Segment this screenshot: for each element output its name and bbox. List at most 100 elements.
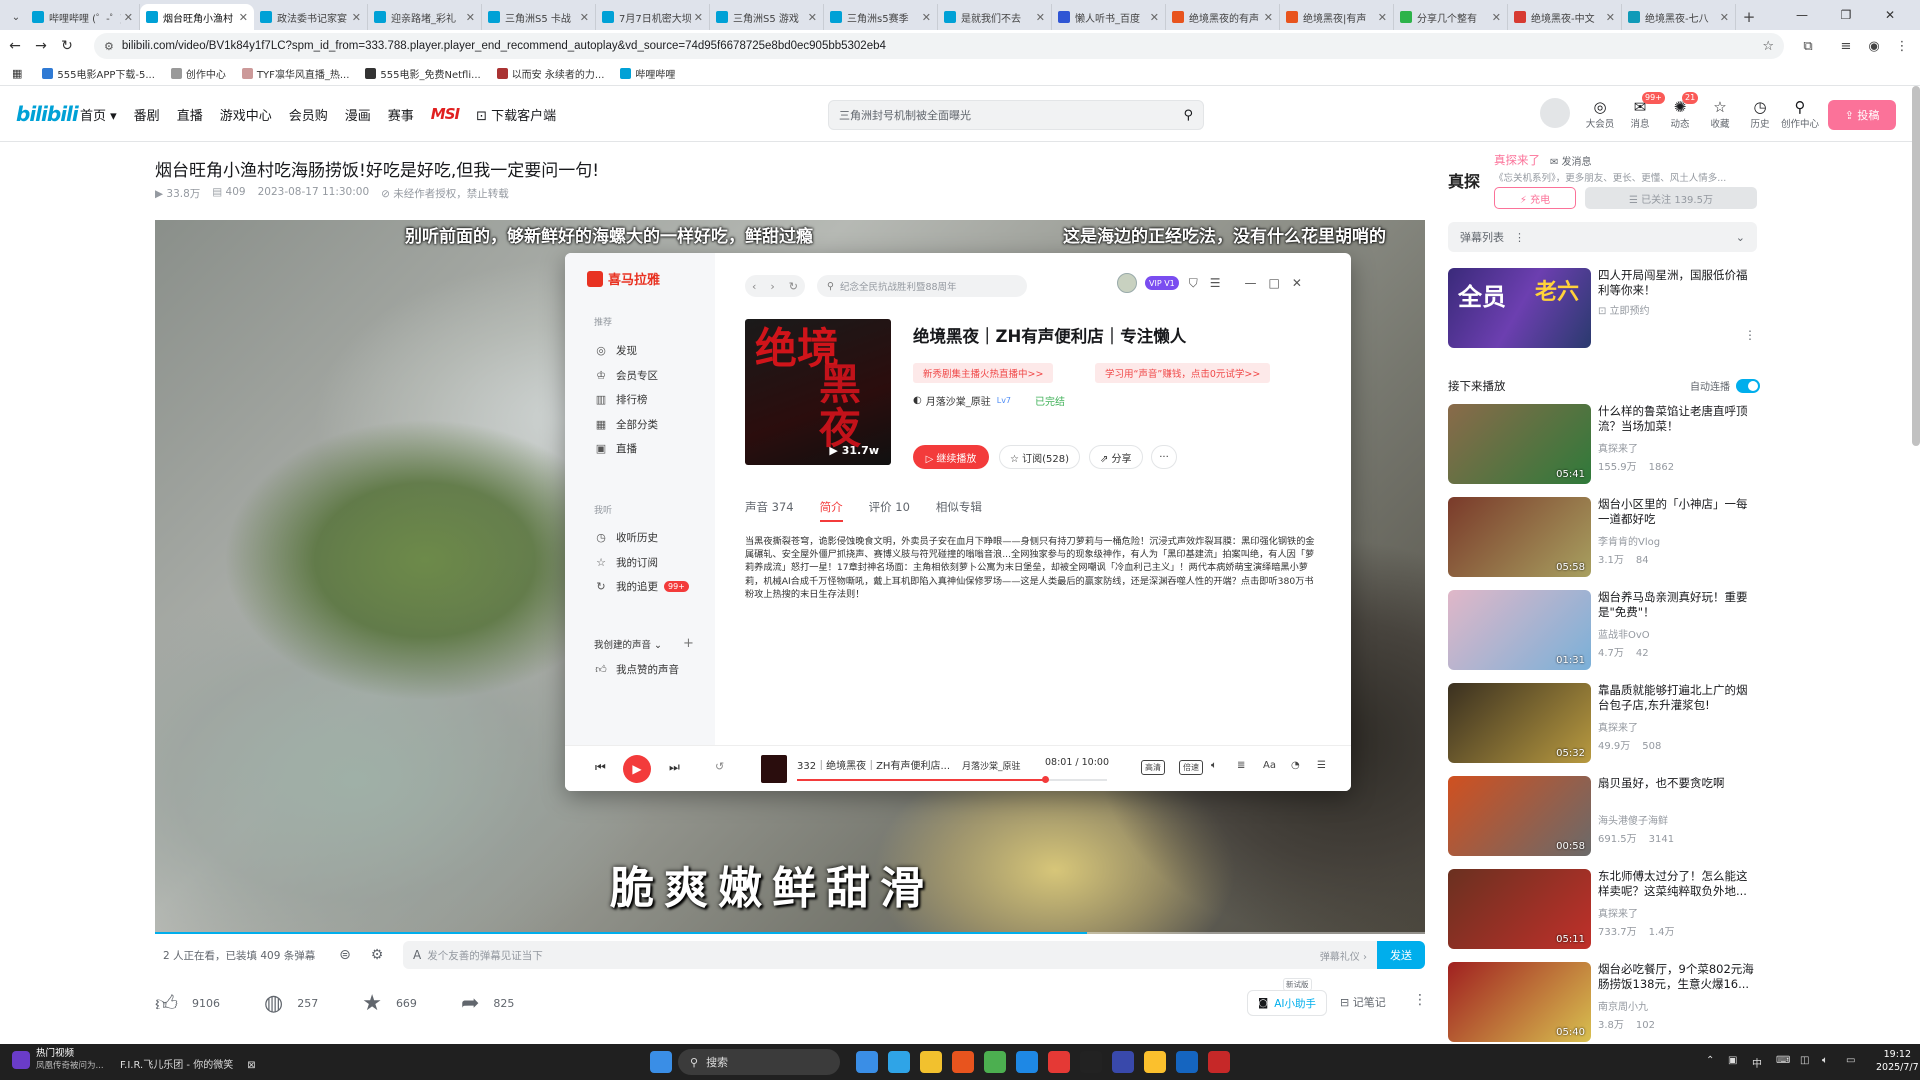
recommendation-title[interactable]: 靠晶质就能够打遍北上广的烟台包子店,东升灌浆包! xyxy=(1598,683,1758,713)
follow-button[interactable]: ☰ 已关注 139.5万 xyxy=(1585,187,1757,209)
site-search-input[interactable]: 三角洲封号机制被全面曝光 ⚲ xyxy=(828,100,1204,130)
news-widget[interactable]: 热门视频 凤凰传奇被问为... xyxy=(12,1048,104,1072)
taskbar-app-icon[interactable] xyxy=(1208,1051,1230,1073)
recommendation-thumbnail[interactable]: 01:31 xyxy=(1448,590,1591,670)
tab-close-icon[interactable]: ✕ xyxy=(1492,11,1501,24)
browser-tab[interactable]: 哔哩哔哩 (゜-゜)つロ✕ xyxy=(26,4,140,30)
browser-tab[interactable]: 7月7日机密大坝 ✕ xyxy=(596,4,710,30)
browser-menu-icon[interactable]: ⋮ xyxy=(1890,33,1914,59)
kebab-icon[interactable]: ⋮ xyxy=(1514,231,1525,244)
promo-pill-learn[interactable]: 学习用“声音”赚钱，点击0元试学>> xyxy=(1095,363,1271,383)
autoplay-switch[interactable] xyxy=(1736,378,1760,393)
tab-close-icon[interactable]: ✕ xyxy=(239,11,248,24)
nav-item[interactable]: 漫画 xyxy=(345,105,371,124)
site-info-icon[interactable]: ⚙ xyxy=(104,40,114,53)
taskbar-app-icon[interactable] xyxy=(856,1051,878,1073)
nav-item[interactable]: MSI xyxy=(431,105,460,123)
sleep-timer-icon[interactable]: ◔ xyxy=(1291,760,1300,771)
section-created[interactable]: 我创建的声音 ⌄ xyxy=(594,637,662,651)
recommendation-author[interactable]: 南京周小九 xyxy=(1598,998,1648,1013)
album-tab[interactable]: 评价 10 xyxy=(869,499,910,522)
recommendation-card[interactable]: 05:40 烟台必吃餐厅，9个菜802元海肠捞饭138元，生意火爆16... 南京周… xyxy=(1448,962,1757,1044)
author-name[interactable]: 月落沙棠_原驻 xyxy=(926,393,991,408)
volume-icon[interactable]: 🔈︎ xyxy=(1211,760,1217,771)
taskbar-app-icon[interactable] xyxy=(984,1051,1006,1073)
taskbar-app-icon[interactable] xyxy=(952,1051,974,1073)
tab-close-icon[interactable]: ✕ xyxy=(922,11,931,24)
refresh-icon[interactable]: ↻ xyxy=(789,280,798,293)
recommendation-card[interactable]: 05:58 烟台小区里的「小神店」一每一道都好吃 李肯肯的Vlog 3.1万 84 xyxy=(1448,497,1757,579)
nav-item[interactable]: 会员购 xyxy=(289,105,328,124)
menu-item[interactable]: ▣ 直播 xyxy=(594,441,637,456)
menu-item[interactable]: ◎ 发现 xyxy=(594,343,637,358)
taskbar-search[interactable]: ⚲ 搜索 xyxy=(678,1049,840,1075)
recommendation-card[interactable]: 01:31 烟台养马岛亲测真好玩！重要是"免费"！ 蓝战非OvO 4.7万 42 xyxy=(1448,590,1757,672)
recommendation-thumbnail[interactable]: 05:32 xyxy=(1448,683,1591,763)
profile-icon[interactable]: ◉ xyxy=(1862,33,1886,59)
close-window-button[interactable]: ✕ xyxy=(1868,0,1912,30)
recommendation-title[interactable]: 烟台小区里的「小神店」一每一道都好吃 xyxy=(1598,497,1758,527)
ad-more-icon[interactable]: ⋮ xyxy=(1744,328,1756,342)
tab-close-icon[interactable]: ✕ xyxy=(808,11,817,24)
browser-tab[interactable]: 三角洲S5 卡战 ✕ xyxy=(482,4,596,30)
address-bar[interactable]: ⚙ bilibili.com/video/BV1k84y1f7LC?spm_id… xyxy=(94,33,1784,59)
recommendation-title[interactable]: 烟台养马岛亲测真好玩！重要是"免费"！ xyxy=(1598,590,1758,620)
continue-play-button[interactable]: ▷ 继续播放 xyxy=(913,445,989,469)
now-playing-thumb[interactable] xyxy=(761,755,787,783)
x-minimize-icon[interactable]: — xyxy=(1245,276,1257,290)
favorite-button[interactable]: ★ 669 xyxy=(362,991,417,1016)
album-tab[interactable]: 相似专辑 xyxy=(936,499,982,522)
tab-close-icon[interactable]: ✕ xyxy=(1378,11,1387,24)
bookmark-item[interactable]: 创作中心 xyxy=(170,66,226,81)
taskbar-app-icon[interactable] xyxy=(1080,1051,1102,1073)
share-button[interactable]: ⇗ 分享 xyxy=(1089,445,1143,469)
browser-tab[interactable]: 烟台旺角小渔村 ✕ xyxy=(140,4,254,30)
playlist-icon[interactable]: ☰ xyxy=(1317,760,1326,771)
timer-icon[interactable]: ↺ xyxy=(715,760,724,773)
ad-reserve-link[interactable]: ⊡ 立即预约 xyxy=(1598,302,1650,317)
recommendation-author[interactable]: 李肯肯的Vlog xyxy=(1598,533,1660,548)
font-size-icon[interactable]: Aa xyxy=(1263,760,1276,771)
audio-progress-bar[interactable] xyxy=(797,776,1107,783)
keyboard-icon[interactable]: ⌨ xyxy=(1776,1055,1790,1066)
recommendation-author[interactable]: 真探来了 xyxy=(1598,905,1638,920)
audio-progress-handle[interactable] xyxy=(1042,776,1049,783)
browser-tab[interactable]: 政法委书记家宴 ✕ xyxy=(254,4,368,30)
media-control-icon[interactable]: ⊠ xyxy=(247,1060,255,1071)
taskbar-app-icon[interactable] xyxy=(920,1051,942,1073)
apps-grid-icon[interactable]: ▦ xyxy=(12,67,22,80)
bookmark-item[interactable]: 555电影_免费Netfli... xyxy=(365,66,481,81)
tab-close-icon[interactable]: ✕ xyxy=(1264,11,1273,24)
header-icon-3[interactable]: ☆ 收藏 xyxy=(1700,98,1740,130)
tab-search-button[interactable]: ⌄ xyxy=(6,4,26,30)
recommendation-title[interactable]: 东北师傅太过分了！怎么能这样卖呢？这菜纯粹取负外地... xyxy=(1598,869,1758,899)
more-options-icon[interactable]: ⋮ xyxy=(1413,992,1427,1008)
browser-tab[interactable]: 绝境黑夜的有声 ✕ xyxy=(1166,4,1280,30)
tab-close-icon[interactable]: ✕ xyxy=(124,11,133,24)
mine-item[interactable]: ↻ 我的追更 99+ xyxy=(594,579,689,594)
tab-close-icon[interactable]: ✕ xyxy=(466,11,475,24)
browser-tab[interactable]: 三角洲s5赛季 ✕ xyxy=(824,4,938,30)
liked-sounds-item[interactable]: 👍︎ 我点赞的声音 xyxy=(594,662,679,677)
autoplay-toggle[interactable]: 自动连播 xyxy=(1690,378,1760,393)
recommendation-thumbnail[interactable]: 05:58 xyxy=(1448,497,1591,577)
recommendation-title[interactable]: 扇贝虽好，也不要贪吃啊 xyxy=(1598,776,1758,806)
taskbar-app-icon[interactable] xyxy=(1016,1051,1038,1073)
send-danmaku-button[interactable]: 发送 xyxy=(1377,941,1425,969)
track-author[interactable]: 月落沙棠_原驻 xyxy=(962,762,1021,772)
taskbar-app-icon[interactable] xyxy=(1176,1051,1198,1073)
tab-close-icon[interactable]: ✕ xyxy=(1606,11,1615,24)
vip-badge[interactable]: VIP V1 xyxy=(1145,276,1179,290)
nav-item[interactable]: 游戏中心 xyxy=(220,105,272,124)
x-maximize-icon[interactable]: □ xyxy=(1269,276,1280,290)
volume-icon[interactable]: 🔈︎ xyxy=(1822,1055,1828,1066)
reload-button[interactable]: ↻ xyxy=(54,33,80,59)
browser-tab[interactable]: 迎亲路堵_彩礼 ✕ xyxy=(368,4,482,30)
network-icon[interactable]: ◫ xyxy=(1800,1055,1809,1066)
nav-item[interactable]: 赛事 xyxy=(388,105,414,124)
recommendation-card[interactable]: 00:58 扇贝虽好，也不要贪吃啊 海头港傻子海鲜 691.5万 3141 xyxy=(1448,776,1757,858)
danmaku-input[interactable]: A 发个友善的弹幕见证当下 弹幕礼仪 › xyxy=(403,941,1377,969)
send-message-link[interactable]: ✉ 发消息 xyxy=(1550,153,1592,168)
bookmark-item[interactable]: 以而安 永续者的力... xyxy=(496,66,604,81)
ad-card[interactable]: 全员 老六 四人开局闯星洲，国服低价福利等你来！ ⊡ 立即预约 ⋮ xyxy=(1448,268,1757,350)
